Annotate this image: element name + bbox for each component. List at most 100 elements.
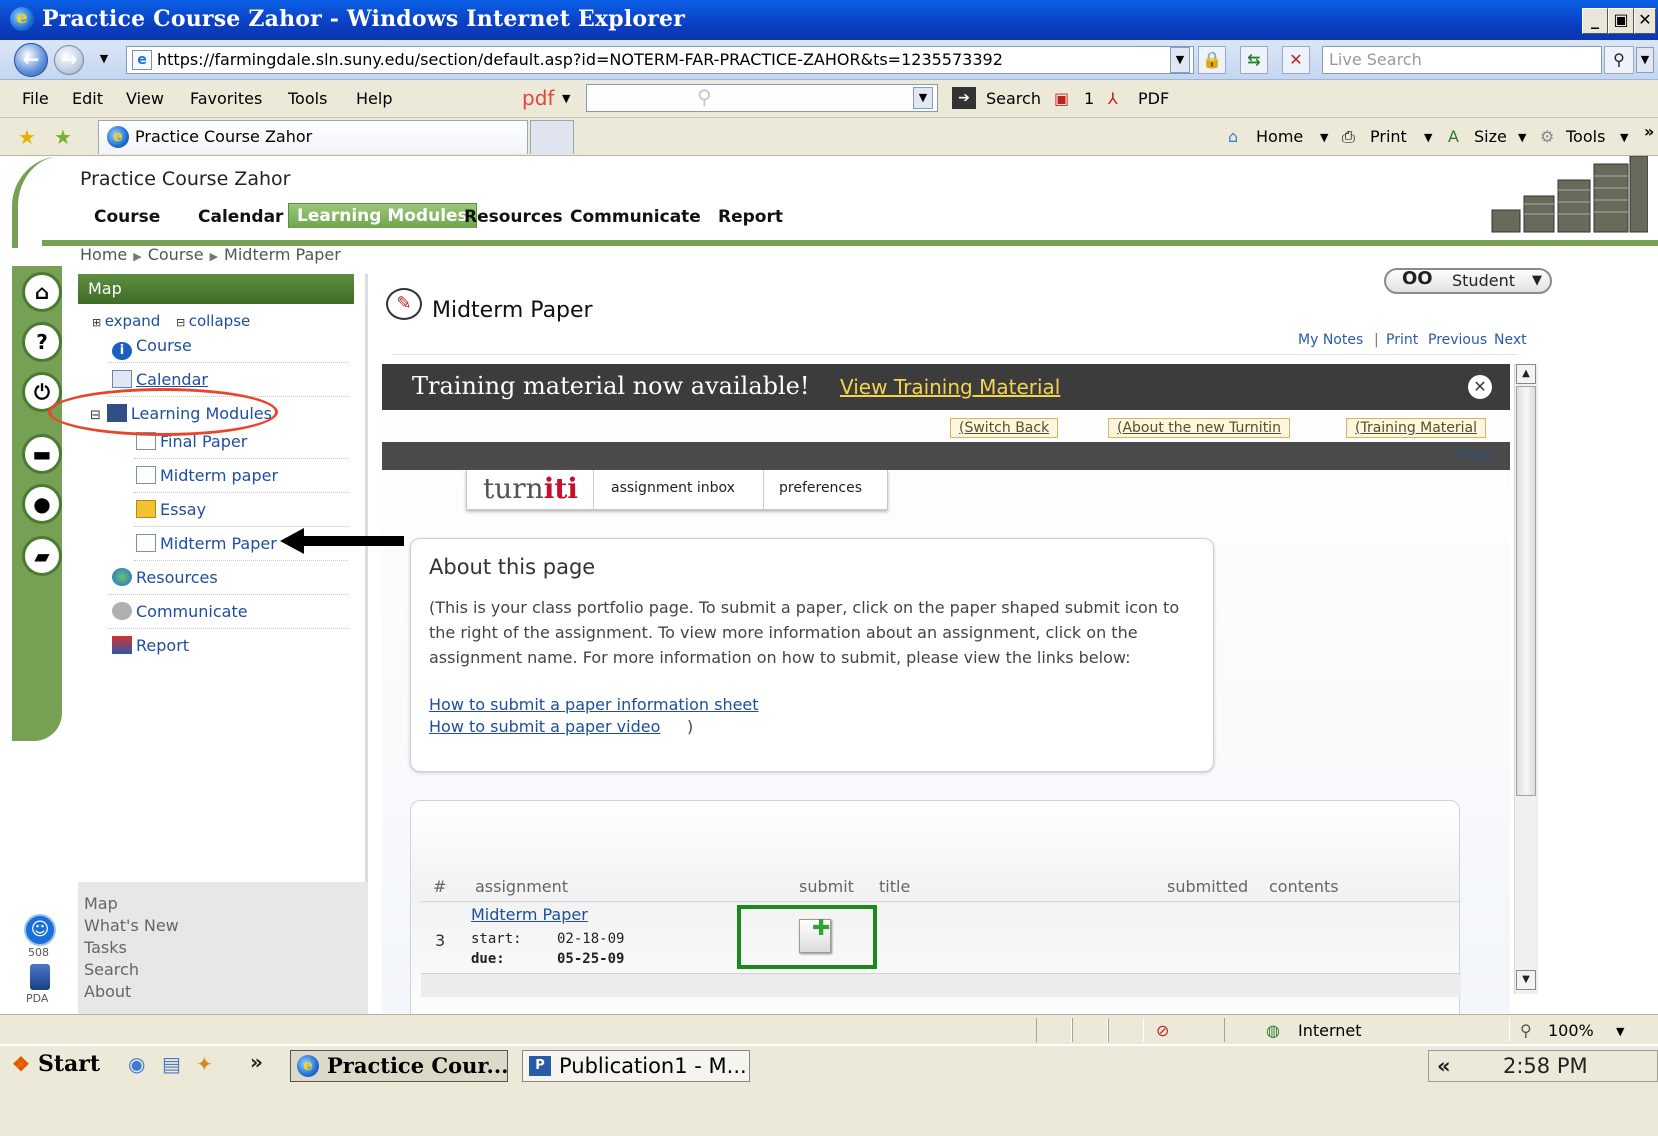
tab-practice-course[interactable]: e Practice Course Zahor <box>98 120 528 154</box>
submit-paper-button[interactable]: ✚ <box>799 916 831 953</box>
training-material-button[interactable]: (Training Material <box>1346 418 1487 438</box>
map-item-calendar[interactable]: Calendar <box>112 370 208 389</box>
nav-course[interactable]: Course <box>94 207 160 227</box>
nav-calendar[interactable]: Calendar <box>198 207 283 227</box>
taskbar-ie-task[interactable]: e Practice Cour... <box>290 1050 508 1082</box>
quicklaunch-ie-icon[interactable]: ◉ <box>128 1052 145 1076</box>
switch-back-button[interactable]: (Switch Back <box>950 418 1059 438</box>
maximize-button[interactable]: ▣ <box>1608 8 1634 34</box>
home-button[interactable]: Home <box>1256 127 1303 146</box>
url-input[interactable]: e https://farmingdale.sln.suny.edu/secti… <box>126 46 1194 74</box>
about-new-turnitin-button[interactable]: (About the new Turnitin <box>1108 418 1290 438</box>
clock[interactable]: 2:58 PM <box>1503 1051 1588 1081</box>
back-button[interactable]: ← <box>14 43 48 77</box>
add-favorite-icon[interactable]: ★ <box>54 125 72 149</box>
map-item-course[interactable]: i Course <box>112 336 192 360</box>
search-icon[interactable]: ⚲ <box>1604 46 1634 74</box>
history-dropdown-icon[interactable]: ▼ <box>94 47 114 73</box>
help-link[interactable]: (help <box>1456 447 1492 463</box>
map-item-report[interactable]: Report <box>112 636 189 655</box>
help-icon[interactable]: ? <box>22 322 62 362</box>
footer-tasks-link[interactable]: Tasks <box>84 938 127 957</box>
pdf-button[interactable]: PDF <box>1138 89 1169 108</box>
toolbar-overflow-icon[interactable]: » <box>1644 122 1654 141</box>
menu-tools[interactable]: Tools <box>288 89 327 108</box>
my-notes-link[interactable]: My Notes <box>1298 332 1363 348</box>
frame-scrollbar[interactable]: ▲ ▼ <box>1514 364 1538 994</box>
next-link[interactable]: Next <box>1494 332 1527 348</box>
assignment-link[interactable]: Midterm Paper <box>471 905 588 924</box>
video-link[interactable]: How to submit a paper video <box>429 717 660 736</box>
quicklaunch-overflow[interactable]: » <box>250 1050 263 1074</box>
privacy-icon[interactable]: ⊘ <box>1156 1021 1169 1040</box>
close-banner-icon[interactable]: ✕ <box>1468 375 1492 399</box>
footer-search-link[interactable]: Search <box>84 960 139 979</box>
pdf-search-input[interactable]: ⚲ ▼ <box>586 84 938 112</box>
stop-icon[interactable]: ✕ <box>1282 46 1310 74</box>
forward-button[interactable]: → <box>54 45 84 75</box>
folder-icon[interactable]: ▬ <box>22 434 62 474</box>
previous-link[interactable]: Previous <box>1428 332 1487 348</box>
map-item-midterm-paper-lower[interactable]: Midterm paper <box>136 466 278 485</box>
footer-about-link[interactable]: About <box>84 982 131 1001</box>
zoom-level[interactable]: 100% <box>1548 1021 1594 1040</box>
map-item-midterm-paper[interactable]: Midterm Paper <box>136 534 277 553</box>
collapse-link[interactable]: ⊟ collapse <box>176 312 250 330</box>
minimize-button[interactable]: _ <box>1582 8 1608 34</box>
url-dropdown-icon[interactable]: ▼ <box>1170 47 1190 73</box>
pdf-dropdown-icon[interactable]: ▼ <box>562 92 570 105</box>
view-training-link[interactable]: View Training Material <box>840 375 1060 399</box>
pda-icon[interactable] <box>30 964 50 990</box>
refresh-icon[interactable]: ⇆ <box>1240 46 1268 74</box>
zoom-dropdown-icon[interactable]: ▼ <box>1616 1025 1624 1038</box>
print-link[interactable]: Print <box>1386 332 1418 348</box>
accessibility-icon[interactable]: ☺ <box>24 914 56 946</box>
menu-help[interactable]: Help <box>356 89 392 108</box>
scroll-down-icon[interactable]: ▼ <box>1516 970 1536 990</box>
breadcrumb-home[interactable]: Home <box>80 245 127 264</box>
chat-icon[interactable]: ▰ <box>22 536 62 576</box>
map-item-essay[interactable]: Essay <box>136 500 206 519</box>
print-button[interactable]: Print <box>1370 127 1407 146</box>
menu-view[interactable]: View <box>126 89 164 108</box>
size-dropdown-icon[interactable]: ▼ <box>1518 131 1526 144</box>
favorites-star-icon[interactable]: ★ <box>18 125 36 149</box>
tray-expand-icon[interactable]: « <box>1437 1051 1451 1081</box>
nav-resources[interactable]: Resources <box>464 207 563 227</box>
nav-learning-modules[interactable]: Learning Modules <box>288 203 477 228</box>
person-icon[interactable]: ● <box>22 484 62 524</box>
footer-whats-new-link[interactable]: What's New <box>84 916 179 935</box>
size-icon[interactable]: A <box>1448 127 1459 146</box>
taskbar-publisher-task[interactable]: P Publication1 - M... <box>522 1050 750 1082</box>
search-options-icon[interactable]: ▼ <box>1636 47 1654 73</box>
pdf-search-button[interactable]: Search <box>986 89 1041 108</box>
pdf-search-dropdown-icon[interactable]: ▼ <box>913 87 933 109</box>
quicklaunch-media-icon[interactable]: ✦ <box>196 1052 213 1076</box>
new-tab-button[interactable] <box>530 120 574 154</box>
scroll-up-icon[interactable]: ▲ <box>1516 364 1536 384</box>
tab-assignment-inbox[interactable]: assignment inbox <box>611 480 735 496</box>
breadcrumb-course[interactable]: Course <box>148 245 204 264</box>
tab-preferences[interactable]: preferences <box>779 480 862 496</box>
tools-button[interactable]: Tools <box>1566 127 1605 146</box>
menu-edit[interactable]: Edit <box>72 89 103 108</box>
info-sheet-link[interactable]: How to submit a paper information sheet <box>429 695 759 714</box>
print-dropdown-icon[interactable]: ▼ <box>1424 131 1432 144</box>
expand-link[interactable]: ⊞ expand <box>92 312 160 330</box>
map-item-resources[interactable]: Resources <box>112 568 218 587</box>
gear-icon[interactable]: ⚙ <box>1540 127 1554 146</box>
student-view-toggle[interactable]: OO Student ▼ <box>1384 268 1552 294</box>
lock-icon[interactable]: 🔒 <box>1198 46 1226 74</box>
nav-report[interactable]: Report <box>718 207 783 227</box>
quicklaunch-desktop-icon[interactable]: ▤ <box>162 1052 181 1076</box>
map-item-communicate[interactable]: Communicate <box>112 602 248 621</box>
tools-dropdown-icon[interactable]: ▼ <box>1620 131 1628 144</box>
printer-icon[interactable]: ⎙ <box>1342 127 1355 147</box>
home-dropdown-icon[interactable]: ▼ <box>1320 131 1328 144</box>
menu-favorites[interactable]: Favorites <box>190 89 262 108</box>
footer-map-link[interactable]: Map <box>84 894 118 913</box>
start-button[interactable]: ❖ Start <box>10 1050 100 1080</box>
home-icon[interactable]: ⌂ <box>1228 127 1238 146</box>
scroll-thumb[interactable] <box>1516 386 1536 796</box>
live-search-input[interactable]: Live Search <box>1322 46 1602 74</box>
